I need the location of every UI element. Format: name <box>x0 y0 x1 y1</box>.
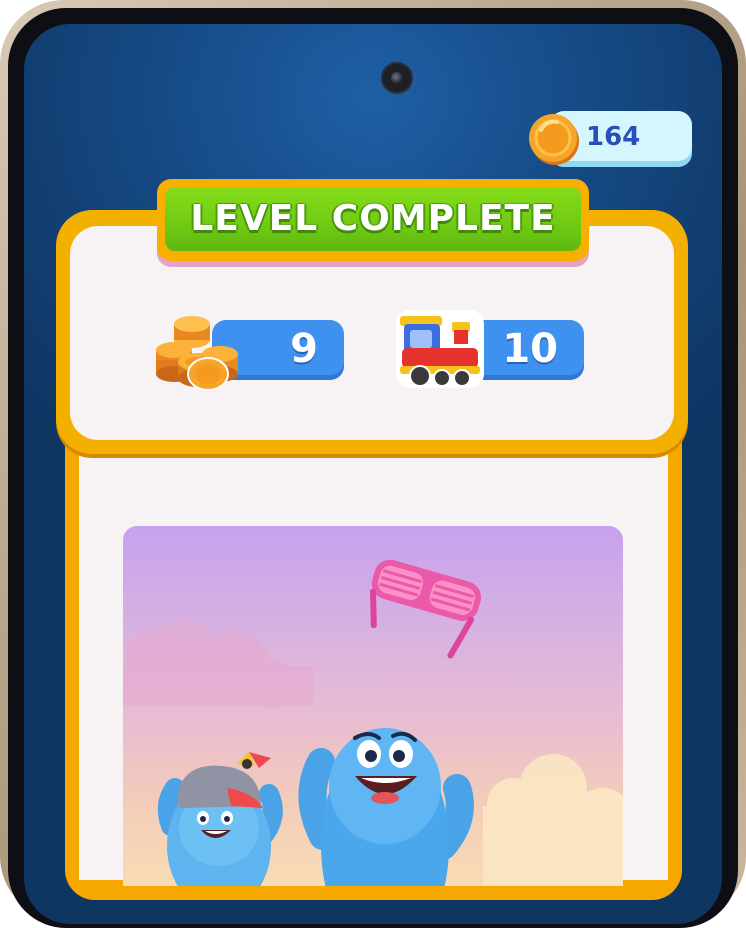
cloud-right <box>483 754 623 886</box>
coin-reward-value: 9 <box>290 326 318 372</box>
gold-coin-icon <box>529 111 581 167</box>
blue-blob-character-large <box>298 728 474 886</box>
front-camera <box>383 64 411 92</box>
level-complete-title: LEVEL COMPLETE <box>190 198 556 239</box>
coin-total: 164 <box>586 122 641 152</box>
blue-blob-character-small-with-cap <box>157 752 283 886</box>
cloud-left <box>123 620 313 708</box>
train-reward-value: 10 <box>502 326 558 372</box>
toy-train-icon <box>394 308 486 390</box>
coin-stack-icon <box>152 310 248 392</box>
reward-scene <box>123 526 623 886</box>
pink-shutter-glasses <box>370 559 482 659</box>
